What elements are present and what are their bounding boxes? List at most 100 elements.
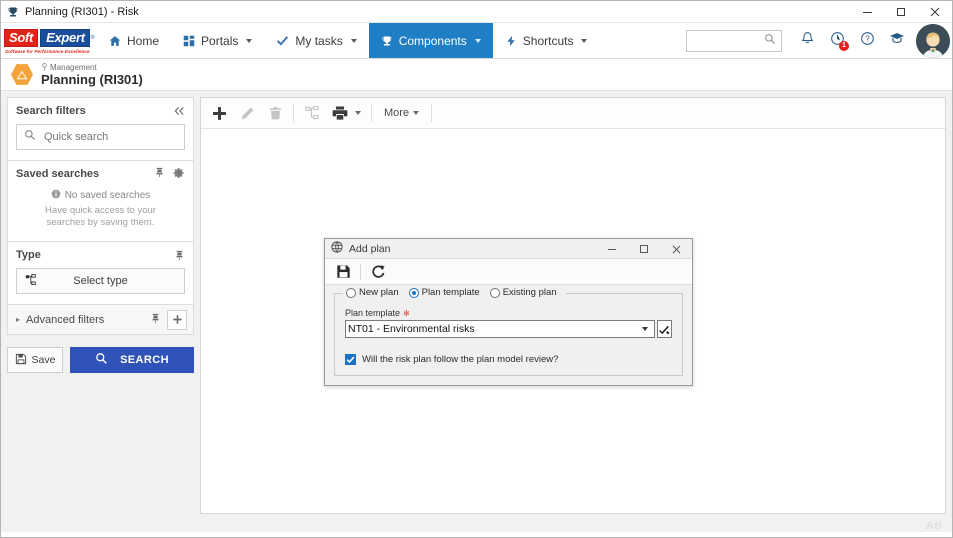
saved-searches-title: Saved searches (16, 168, 100, 180)
no-saved-searches-hint: Have quick access to your searches by sa… (45, 205, 156, 228)
toolbar-separator (293, 104, 294, 122)
trophy-icon (7, 6, 19, 18)
filters-panel: Search filters (7, 97, 194, 161)
pin-filter-icon[interactable] (174, 250, 185, 261)
saved-searches-header: Saved searches (8, 161, 193, 187)
radio-plan-template[interactable]: Plan template (408, 287, 480, 298)
alerts-button[interactable]: 1 (822, 23, 852, 59)
hierarchy-button[interactable] (298, 99, 326, 128)
window-close-button[interactable] (918, 1, 952, 23)
plan-source-radio-group: New plan Plan template Existing plan (343, 287, 566, 298)
window-minimize-button[interactable] (850, 1, 884, 23)
collapse-sidebar-button[interactable] (174, 106, 185, 116)
window-maximize-button[interactable] (884, 1, 918, 23)
nav-item-home-label: Home (127, 33, 160, 48)
radio-new-plan-input[interactable] (346, 287, 356, 298)
plan-template-picker-button[interactable] (657, 320, 672, 338)
radio-new-plan[interactable]: New plan (346, 287, 399, 298)
nav-item-my-tasks[interactable]: My tasks (264, 23, 368, 58)
edit-record-button[interactable] (233, 99, 261, 128)
dialog-window-controls (596, 239, 692, 259)
print-button[interactable] (326, 99, 354, 128)
logo-registered-mark: ® (90, 34, 95, 41)
follow-plan-model-review-checkbox[interactable] (345, 354, 356, 365)
radio-existing-plan-label: Existing plan (502, 287, 557, 298)
quick-search-field[interactable] (16, 124, 185, 150)
dialog-title-bar[interactable]: Add plan (325, 239, 692, 258)
window-controls (850, 1, 952, 23)
window-title-bar: Planning (RI301) - Risk (1, 1, 952, 23)
dialog-minimize-button[interactable] (596, 239, 628, 259)
pin-filter-icon[interactable] (150, 313, 161, 327)
radio-new-plan-label: New plan (359, 287, 399, 298)
nav-item-portals[interactable]: Portals (171, 23, 264, 58)
add-filter-button[interactable] (167, 309, 187, 330)
chevron-down-icon (413, 111, 420, 115)
radio-existing-plan-input[interactable] (489, 287, 500, 298)
print-options-chevron-down-icon[interactable] (355, 111, 361, 115)
add-record-button[interactable] (205, 99, 233, 128)
tree-icon (25, 273, 37, 289)
search-button[interactable]: SEARCH (70, 347, 194, 373)
advanced-filters-row[interactable]: ▸ Advanced filters (7, 305, 194, 335)
chevron-down-icon (581, 38, 588, 43)
dialog-maximize-button[interactable] (628, 239, 660, 259)
check-icon (276, 34, 289, 47)
softexpert-logo[interactable]: Soft Expert ® Software for Performance E… (1, 23, 97, 59)
window-title: Planning (RI301) - Risk (1, 6, 139, 18)
nav-item-my-tasks-label: My tasks (295, 33, 343, 48)
dialog-body: New plan Plan template Existing plan Pla… (325, 285, 692, 385)
plan-source-fieldset: New plan Plan template Existing plan Pla… (334, 287, 683, 376)
academy-button[interactable] (882, 23, 912, 59)
chevron-down-icon (246, 38, 253, 43)
radio-existing-plan[interactable]: Existing plan (489, 287, 557, 298)
add-plan-dialog: Add plan New plan Plan template Existing… (324, 238, 693, 386)
bell-icon (800, 31, 815, 51)
quick-search-input[interactable] (42, 130, 177, 144)
plan-template-selected-value: NT01 - Environmental risks (348, 323, 475, 335)
search-icon (24, 128, 36, 146)
globe-icon (331, 240, 343, 258)
dialog-title: Add plan (349, 242, 391, 255)
warning-hex-icon (11, 64, 33, 85)
plan-template-select[interactable]: NT01 - Environmental risks (345, 320, 655, 338)
select-type-button[interactable]: Select type (16, 268, 185, 294)
required-marker: ✻ (403, 308, 410, 318)
type-filter-header: Type (8, 242, 193, 268)
dialog-toolbar-separator (360, 263, 361, 280)
notifications-button[interactable] (792, 23, 822, 59)
dialog-close-button[interactable] (660, 239, 692, 259)
save-filter-button[interactable]: Save (7, 347, 63, 373)
radio-plan-template-label: Plan template (421, 287, 480, 298)
dialog-refresh-button[interactable] (366, 259, 390, 284)
breadcrumb: Management (41, 62, 143, 73)
logo-tagline: Software for Performance Excellence (5, 48, 90, 54)
search-icon (95, 352, 108, 368)
records-toolbar: More (201, 98, 945, 129)
user-avatar[interactable] (916, 23, 950, 58)
watermark-text: Ati (925, 520, 942, 532)
nav-item-components[interactable]: Components (368, 23, 493, 58)
chevron-right-icon: ▸ (16, 315, 21, 324)
pin-filter-icon[interactable] (154, 167, 165, 181)
nav-item-home[interactable]: Home (97, 23, 171, 58)
gear-icon[interactable] (173, 167, 185, 182)
nav-item-shortcuts[interactable]: Shortcuts (493, 23, 600, 58)
chevron-down-icon (350, 38, 357, 43)
follow-plan-model-review-label: Will the risk plan follow the plan model… (362, 354, 559, 365)
nav-item-shortcuts-label: Shortcuts (522, 33, 574, 48)
help-button[interactable]: ? (852, 23, 882, 59)
trophy-icon (381, 35, 393, 47)
radio-plan-template-input[interactable] (408, 287, 419, 298)
more-menu-button[interactable]: More (376, 107, 427, 119)
logo-expert-text: Expert (40, 28, 90, 47)
dialog-save-button[interactable] (331, 259, 355, 284)
follow-plan-model-review-row[interactable]: Will the risk plan follow the plan model… (345, 354, 672, 365)
chevron-down-icon (642, 327, 648, 331)
global-search[interactable] (686, 29, 782, 52)
window-title-text: Planning (RI301) - Risk (25, 5, 139, 18)
sidebar-actions: Save SEARCH (7, 347, 194, 373)
nav-item-portals-label: Portals (201, 33, 239, 48)
global-search-input[interactable] (687, 30, 764, 51)
delete-record-button[interactable] (261, 99, 289, 128)
